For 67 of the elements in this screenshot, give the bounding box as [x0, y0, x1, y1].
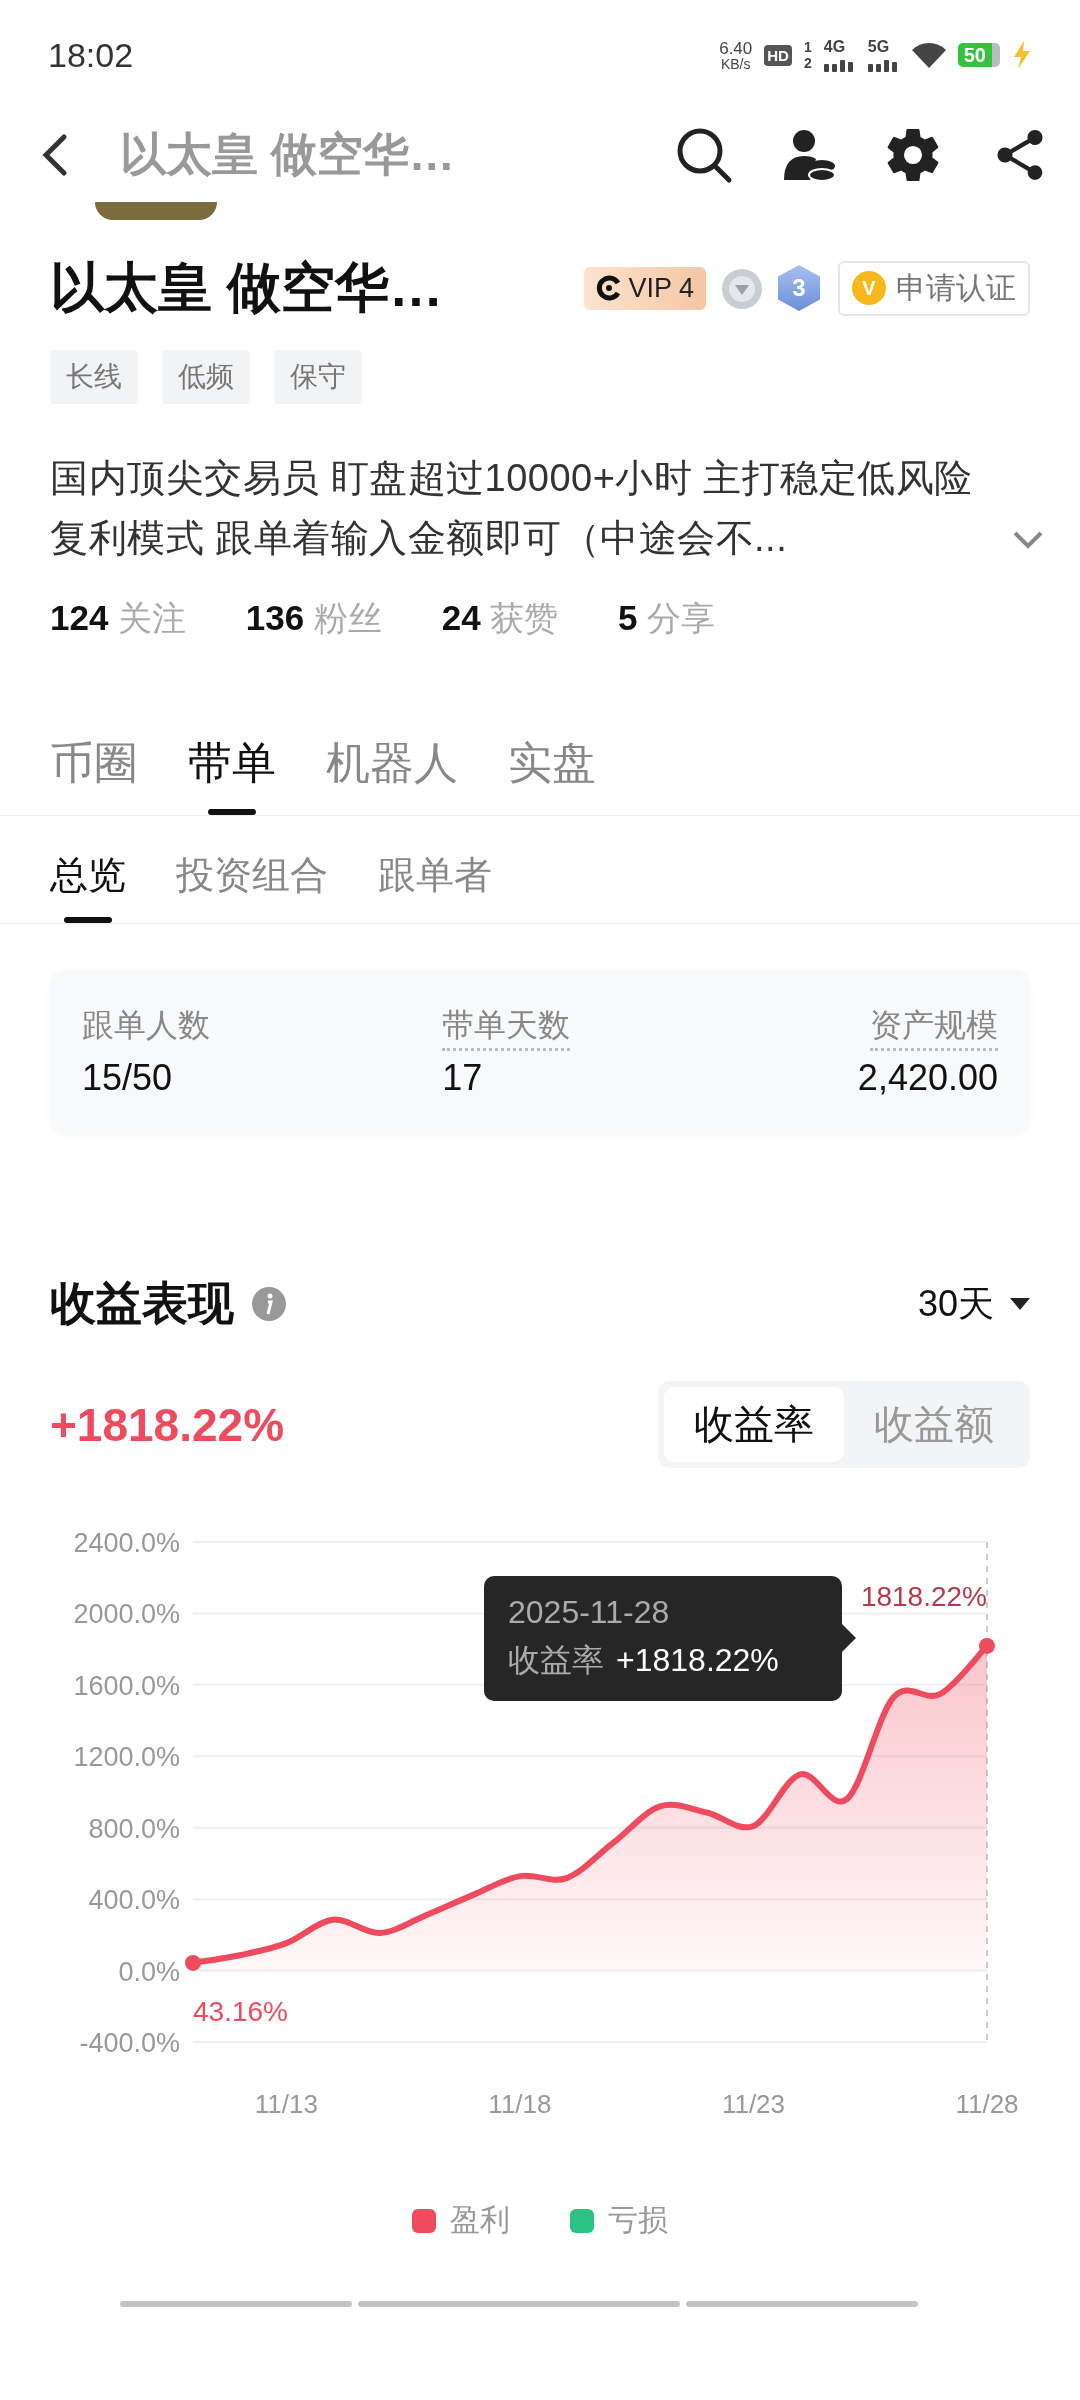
summary-label: 跟单人数 — [82, 1006, 210, 1045]
summary-label: 资产规模 — [870, 1004, 998, 1051]
x-axis-label: 11/28 — [955, 2089, 1019, 2119]
x-axis-label: 11/13 — [254, 2089, 318, 2119]
tag: 低频 — [162, 350, 250, 404]
tab[interactable]: 机器人 — [326, 734, 458, 815]
summary-value: 15/50 — [82, 1057, 173, 1099]
y-axis-label: 2400.0% — [73, 1528, 180, 1558]
data-point[interactable] — [979, 1637, 995, 1654]
stat-link[interactable]: 124 关注 — [50, 596, 186, 642]
stat-link[interactable]: 5 分享 — [618, 596, 716, 642]
info-icon[interactable] — [252, 1287, 286, 1321]
x-axis-label: 11/23 — [721, 2089, 786, 2119]
y-axis-label: 0.0% — [118, 1956, 180, 1987]
x-axis-label: 11/18 — [488, 2089, 552, 2119]
level-badge: 3 — [778, 265, 820, 311]
sim-number: 2 — [803, 56, 812, 70]
verify-button[interactable]: V 申请认证 — [838, 260, 1030, 316]
segment-option[interactable]: 收益率 — [664, 1387, 844, 1462]
y-axis-label: 400.0% — [88, 1885, 180, 1916]
sub-tab[interactable]: 投资组合 — [176, 850, 328, 923]
summary-value: 2,420.00 — [857, 1057, 998, 1099]
profile-name: 以太皇 做空华… — [50, 255, 444, 319]
tooltip-value: +1818.22% — [616, 1642, 779, 1679]
legend-label: 亏损 — [608, 2202, 668, 2238]
user-coin-icon[interactable] — [782, 128, 836, 182]
data-point — [185, 1954, 201, 1971]
y-axis-label: 2000.0% — [73, 1599, 180, 1630]
return-value: +1818.22% — [50, 1397, 285, 1452]
value-label: 43.16% — [193, 1995, 288, 2027]
tooltip-label: 收益率 — [508, 1641, 604, 1680]
tooltip-date: 2025-11-28 — [508, 1594, 671, 1631]
status-time: 18:02 — [48, 35, 134, 75]
expand-icon[interactable] — [1012, 530, 1044, 550]
y-axis-label: 1600.0% — [73, 1670, 180, 1701]
tab[interactable]: 币圈 — [50, 734, 138, 815]
y-axis-label: -400.0% — [79, 2028, 180, 2058]
network-type: 4G — [823, 38, 846, 55]
legend-label: 盈利 — [450, 2202, 510, 2238]
caret-icon — [1010, 1298, 1030, 1310]
period-dropdown[interactable]: 30天 — [917, 1279, 1030, 1329]
bio-text: 国内顶尖交易员 盯盘超过10000+小时 主打稳定低风险复利模式 跟单着输入金额即可（中途会不... — [50, 456, 974, 561]
summary-value: 17 — [442, 1057, 483, 1099]
stat-link[interactable]: 24 获赞 — [441, 596, 559, 642]
stat-link[interactable]: 136 粉丝 — [245, 596, 382, 642]
tag: 保守 — [274, 350, 362, 404]
sub-tab[interactable]: 总览 — [50, 850, 126, 923]
section-title: 收益表现 — [50, 1276, 234, 1331]
tab[interactable]: 实盘 — [508, 734, 596, 815]
network-type: 5G — [867, 38, 890, 55]
y-axis-label: 800.0% — [88, 1813, 180, 1844]
tab[interactable]: 带单 — [188, 734, 276, 815]
battery-icon: 50 — [957, 43, 1000, 67]
wifi-icon — [911, 42, 946, 68]
hd-badge: HD — [764, 44, 792, 66]
charging-icon — [1012, 41, 1032, 69]
value-label: 1818.22% — [860, 1580, 987, 1612]
sim-number: 1 — [803, 40, 812, 54]
network-speed: 6.40 — [719, 39, 753, 57]
network-speed-unit: KB/s — [720, 56, 751, 71]
summary-label: 带单天数 — [442, 1004, 571, 1051]
header-title: 以太皇 做空华… — [120, 127, 456, 182]
vip-badge: VIP 4 — [584, 266, 706, 310]
avatar[interactable] — [95, 202, 217, 220]
y-axis-label: 1200.0% — [73, 1742, 180, 1773]
sub-tab[interactable]: 跟单者 — [378, 850, 492, 923]
tag: 长线 — [50, 350, 138, 404]
